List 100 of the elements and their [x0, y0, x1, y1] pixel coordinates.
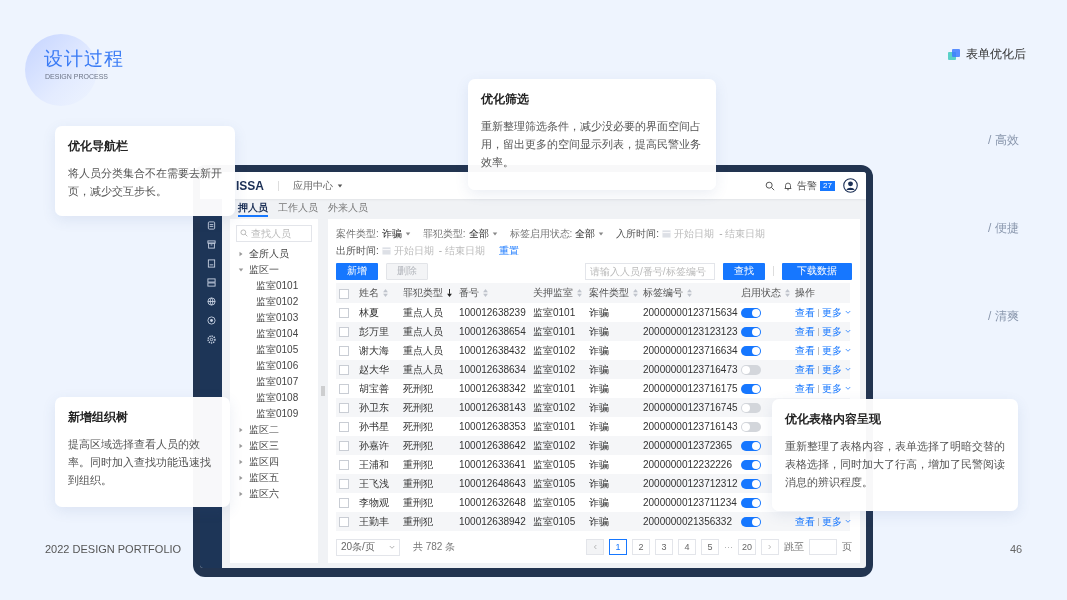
chevron-down-icon[interactable] [845, 348, 851, 353]
alarm-label[interactable]: 告警 [797, 178, 818, 193]
toggle-switch[interactable] [741, 422, 761, 433]
view-link[interactable]: 查看 [795, 514, 815, 529]
page-button[interactable]: 5 [701, 539, 719, 555]
bell-icon[interactable] [783, 180, 794, 191]
archive-icon[interactable] [206, 240, 216, 249]
view-link[interactable]: 查看 [795, 343, 815, 358]
tree-item[interactable]: 监室0101 [236, 278, 299, 294]
settings-icon[interactable] [206, 335, 216, 344]
view-link[interactable]: 查看 [795, 381, 815, 396]
view-link[interactable]: 查看 [795, 362, 815, 377]
tree-item[interactable]: 全所人员 [249, 247, 289, 261]
chevron-down-icon[interactable] [845, 519, 851, 524]
caret-icon[interactable] [491, 230, 498, 237]
more-link[interactable]: 更多 [822, 514, 842, 529]
page-button[interactable]: 3 [655, 539, 673, 555]
toggle-switch[interactable] [741, 498, 761, 509]
chevron-down-icon[interactable] [845, 329, 851, 334]
chevron-right-icon[interactable] [768, 544, 772, 550]
toggle-switch[interactable] [741, 441, 761, 452]
tree-item[interactable]: 监区一 [249, 263, 279, 277]
tree-item[interactable]: 监区五 [249, 471, 279, 485]
filter-select[interactable]: 案件类型: 诈骗 [336, 226, 411, 241]
checkbox[interactable] [339, 441, 349, 452]
tree-item[interactable]: 监室0103 [236, 310, 299, 326]
caret-icon[interactable] [404, 230, 411, 237]
tree-item[interactable]: 监室0108 [236, 390, 299, 406]
view-link[interactable]: 查看 [795, 324, 815, 339]
tree-item[interactable]: 监区六 [249, 487, 279, 501]
view-link[interactable]: 查看 [795, 305, 815, 320]
checkbox[interactable] [339, 365, 349, 376]
chevron-down-icon[interactable] [845, 310, 851, 315]
filter-select[interactable]: 罪犯类型: 全部 [422, 226, 498, 241]
more-link[interactable]: 更多 [822, 381, 842, 396]
toggle-switch[interactable] [741, 517, 761, 528]
page-jump-field[interactable] [809, 539, 837, 555]
page-button[interactable]: 20 [738, 539, 756, 555]
server-icon[interactable] [206, 278, 216, 287]
page-button[interactable]: 2 [632, 539, 650, 555]
toggle-switch[interactable] [741, 346, 761, 357]
search-icon[interactable] [765, 180, 776, 191]
checkbox[interactable] [339, 327, 349, 338]
app-menu[interactable]: 应用中心 [293, 178, 343, 193]
tree-item[interactable]: 监区二 [249, 423, 279, 437]
tab[interactable]: 工作人员 [278, 201, 318, 217]
more-link[interactable]: 更多 [822, 324, 842, 339]
splitter-handle[interactable] [321, 386, 325, 396]
caret-icon[interactable] [337, 182, 343, 189]
clipboard-icon[interactable] [206, 259, 216, 268]
checkbox[interactable] [339, 517, 349, 528]
table-cell: 孙书星 [359, 420, 389, 432]
tree-item[interactable]: 监室0104 [236, 326, 299, 342]
checkbox[interactable] [339, 346, 349, 357]
checkbox[interactable] [339, 403, 349, 414]
add-button[interactable]: 新增 [336, 262, 378, 280]
checkbox[interactable] [339, 308, 349, 319]
tab[interactable]: 外来人员 [328, 201, 368, 217]
tree-item[interactable]: 监室0106 [236, 358, 299, 374]
download-button[interactable]: 下载数据 [782, 262, 852, 280]
search-button[interactable]: 查找 [723, 262, 765, 280]
filter-select[interactable]: 标签启用状态: 全部 [509, 226, 605, 241]
globe-icon[interactable] [206, 297, 216, 306]
chevron-down-icon[interactable] [845, 386, 851, 391]
sort-icon[interactable] [447, 289, 452, 297]
chevron-down-icon[interactable] [845, 367, 851, 372]
checkbox[interactable] [339, 460, 349, 471]
tree-item[interactable]: 监室0105 [236, 342, 299, 358]
reset-link[interactable]: 重置 [499, 243, 520, 258]
toggle-switch[interactable] [741, 308, 761, 319]
checkbox[interactable] [339, 498, 349, 509]
document-icon[interactable] [206, 221, 216, 230]
column-header: 启用状态 [741, 286, 781, 300]
checkbox[interactable] [339, 422, 349, 433]
tree-item[interactable]: 监室0109 [236, 406, 299, 422]
page-size-select[interactable]: 20条/页 [336, 538, 400, 556]
tab[interactable]: 押人员 [238, 201, 268, 217]
tree-item[interactable]: 监室0107 [236, 374, 299, 390]
checkbox[interactable] [339, 288, 349, 299]
toggle-switch[interactable] [741, 479, 761, 490]
toggle-switch[interactable] [741, 365, 761, 376]
tree-item[interactable]: 监区三 [249, 439, 279, 453]
toggle-switch[interactable] [741, 460, 761, 471]
user-avatar-icon[interactable] [843, 178, 858, 193]
more-link[interactable]: 更多 [822, 343, 842, 358]
chevron-down-icon[interactable] [388, 544, 395, 550]
checkbox[interactable] [339, 384, 349, 395]
next-page-button[interactable] [761, 539, 779, 555]
toggle-switch[interactable] [741, 327, 761, 338]
target-icon[interactable] [206, 316, 216, 325]
caret-icon[interactable] [598, 230, 605, 237]
tree-item[interactable]: 监室0102 [236, 294, 299, 310]
toggle-switch[interactable] [741, 384, 761, 395]
checkbox[interactable] [339, 479, 349, 490]
page-button[interactable]: 1 [609, 539, 627, 555]
page-button[interactable]: 4 [678, 539, 696, 555]
toggle-switch[interactable] [741, 403, 761, 414]
tree-item[interactable]: 监区四 [249, 455, 279, 469]
more-link[interactable]: 更多 [822, 362, 842, 377]
more-link[interactable]: 更多 [822, 305, 842, 320]
